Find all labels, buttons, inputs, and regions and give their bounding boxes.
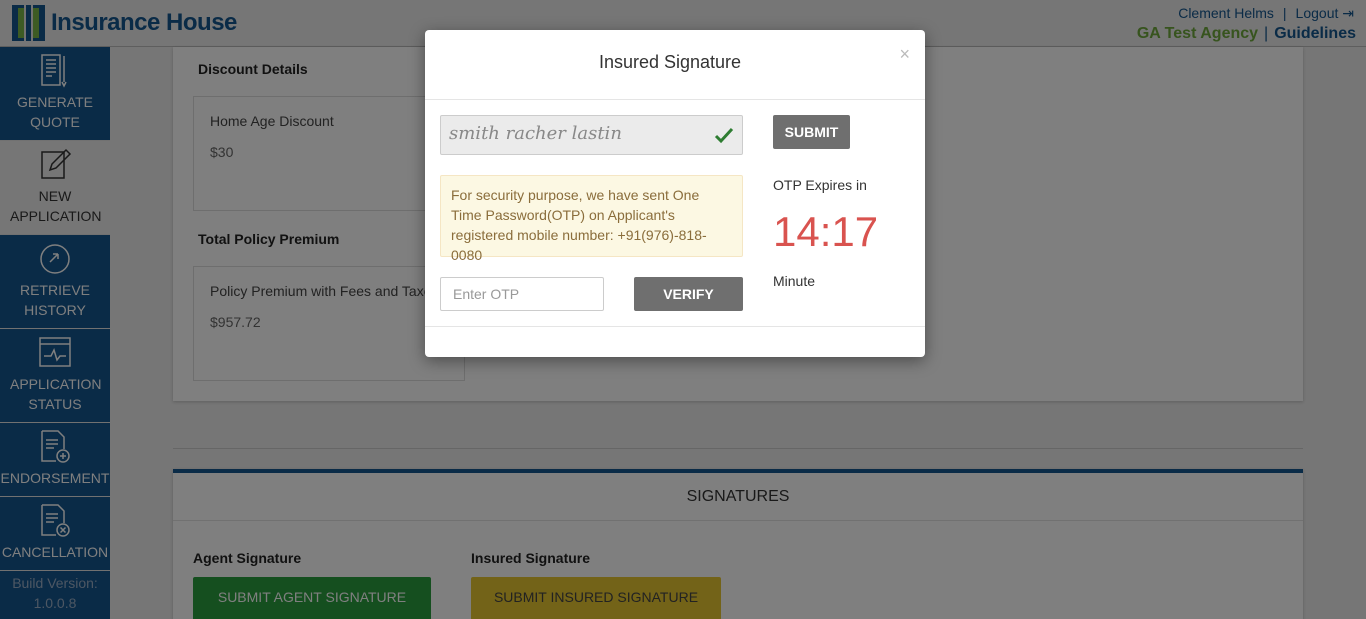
close-icon[interactable]: × xyxy=(899,44,910,65)
otp-input[interactable] xyxy=(440,277,604,311)
otp-timer: 14:17 xyxy=(773,208,879,255)
modal-title: Insured Signature xyxy=(598,52,742,72)
submit-button[interactable]: SUBMIT xyxy=(773,115,850,149)
signature-text: smith racher lastin xyxy=(449,123,622,144)
signature-field[interactable]: smith racher lastin xyxy=(440,115,743,155)
insured-signature-modal: Insured Signature × smith racher lastin … xyxy=(425,30,925,357)
otp-expires-label: OTP Expires in xyxy=(773,177,867,193)
verify-button[interactable]: VERIFY xyxy=(634,277,743,311)
modal-footer-divider xyxy=(425,326,925,327)
modal-divider xyxy=(425,99,925,100)
timer-unit: Minute xyxy=(773,273,816,289)
otp-notice: For security purpose, we have sent One T… xyxy=(440,175,743,263)
checkmark-icon xyxy=(714,127,734,144)
